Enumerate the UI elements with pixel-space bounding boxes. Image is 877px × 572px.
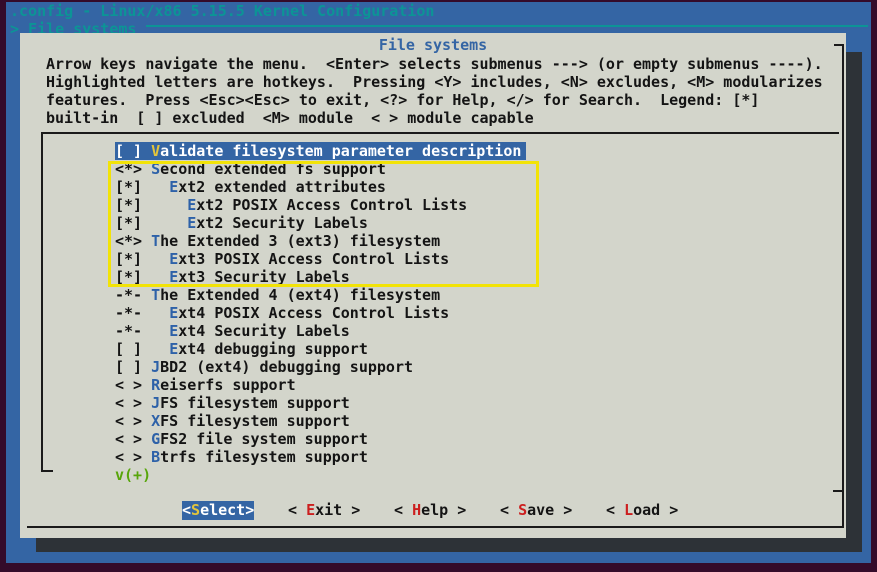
scroll-more-indicator: v(+): [115, 466, 151, 484]
hotkey-letter: E: [169, 178, 178, 196]
dialog-help-text: Arrow keys navigate the menu. <Enter> se…: [46, 55, 823, 127]
hotkey-letter: E: [187, 196, 196, 214]
dialog-border-bottom: [27, 526, 844, 528]
hotkey-letter: S: [151, 160, 160, 178]
hotkey-letter: E: [169, 304, 178, 322]
menu-list: [ ] Validate filesystem parameter descri…: [115, 142, 526, 466]
hotkey-letter: J: [151, 394, 160, 412]
button-separator-tick: [833, 490, 842, 492]
dialog-title: File systems: [20, 36, 846, 54]
menu-item[interactable]: <*> The Extended 3 (ext3) filesystem: [115, 232, 440, 250]
menu-item[interactable]: < > JFS filesystem support: [115, 394, 350, 412]
menu-item[interactable]: -*- The Extended 4 (ext4) filesystem: [115, 286, 440, 304]
menu-item[interactable]: [ ] JBD2 (ext4) debugging support: [115, 358, 413, 376]
menu-item[interactable]: [*] Ext2 extended attributes: [115, 178, 386, 196]
dialog-border-corner: [834, 44, 844, 46]
breadcrumb-rule: [146, 25, 868, 27]
menubox-border-left: [41, 132, 43, 471]
screen-frame: .config - Linux/x86 5.15.5 Kernel Config…: [0, 0, 877, 572]
hotkey-letter: S: [518, 501, 527, 519]
load-button[interactable]: < Load >: [606, 501, 678, 520]
dialog-border-right: [842, 44, 844, 528]
help-line: built-in [ ] excluded <M> module < > mod…: [46, 109, 823, 127]
hotkey-letter: E: [169, 322, 178, 340]
hotkey-letter: G: [151, 430, 160, 448]
hotkey-letter: V: [151, 142, 160, 160]
help-line: Arrow keys navigate the menu. <Enter> se…: [46, 55, 823, 73]
hotkey-letter: X: [151, 412, 160, 430]
hotkey-letter: J: [151, 358, 160, 376]
hotkey-letter: E: [169, 340, 178, 358]
hotkey-letter: E: [187, 214, 196, 232]
menu-item[interactable]: < > XFS filesystem support: [115, 412, 350, 430]
terminal-backtitle: .config - Linux/x86 5.15.5 Kernel Config…: [10, 2, 434, 20]
exit-button[interactable]: < Exit >: [288, 501, 360, 520]
file-systems-dialog: File systems Arrow keys navigate the men…: [20, 33, 846, 538]
menu-item[interactable]: < > GFS2 file system support: [115, 430, 368, 448]
hotkey-letter: E: [169, 250, 178, 268]
hotkey-letter: T: [151, 286, 160, 304]
menu-item[interactable]: [*] Ext2 POSIX Access Control Lists: [115, 196, 467, 214]
menubox-border-top: [41, 132, 839, 134]
hotkey-letter: T: [151, 232, 160, 250]
menu-item[interactable]: [ ] Validate filesystem parameter descri…: [115, 142, 526, 160]
menu-item[interactable]: [*] Ext2 Security Labels: [115, 214, 368, 232]
menubox-border-corner: [41, 470, 53, 472]
menu-item[interactable]: <*> Second extended fs support: [115, 160, 386, 178]
menu-item[interactable]: -*- Ext4 POSIX Access Control Lists: [115, 304, 449, 322]
hotkey-letter: E: [306, 501, 315, 519]
save-button[interactable]: < Save >: [500, 501, 572, 520]
menu-item[interactable]: [*] Ext3 POSIX Access Control Lists: [115, 250, 449, 268]
select-button[interactable]: <Select>: [182, 501, 254, 520]
hotkey-letter: S: [191, 501, 200, 519]
hotkey-letter: R: [151, 376, 160, 394]
help-line: Highlighted letters are hotkeys. Pressin…: [46, 73, 823, 91]
help-line: features. Press <Esc><Esc> to exit, <?> …: [46, 91, 823, 109]
menu-item[interactable]: < > Reiserfs support: [115, 376, 296, 394]
hotkey-letter: E: [169, 268, 178, 286]
help-button[interactable]: < Help >: [394, 501, 466, 520]
hotkey-letter: L: [624, 501, 633, 519]
hotkey-letter: H: [412, 501, 421, 519]
hotkey-letter: B: [151, 448, 160, 466]
menu-item[interactable]: -*- Ext4 Security Labels: [115, 322, 350, 340]
menu-item[interactable]: < > Btrfs filesystem support: [115, 448, 368, 466]
menu-item[interactable]: [*] Ext3 Security Labels: [115, 268, 350, 286]
menu-item[interactable]: [ ] Ext4 debugging support: [115, 340, 368, 358]
